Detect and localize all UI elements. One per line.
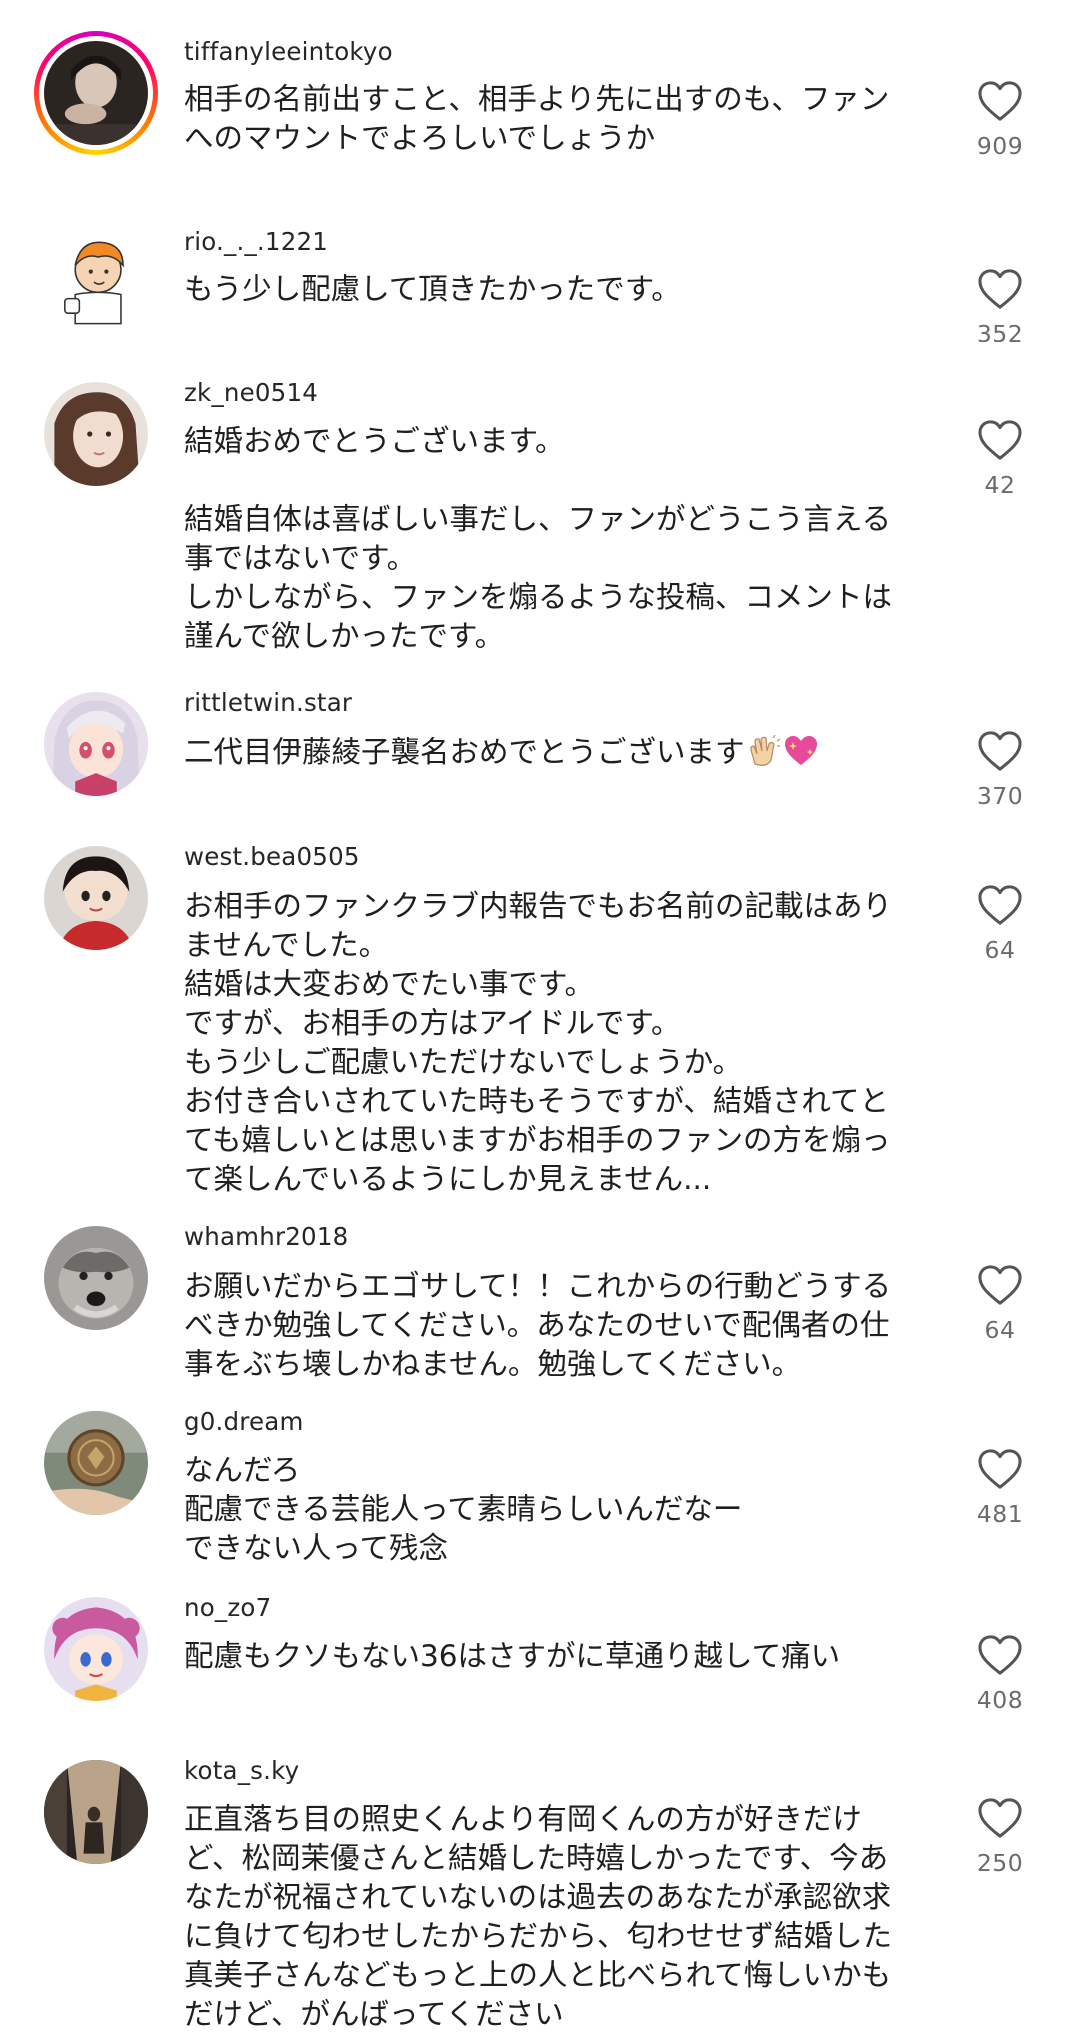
like-count: 64 [984,1316,1016,1344]
comment-username[interactable]: no_zo7 [184,1593,271,1622]
user-avatar[interactable] [44,41,148,145]
comment-text: 正直落ち目の照史くんより有岡くんの方が好きだけ ど、松岡茉優さんと結婚した時嬉し… [184,1802,893,2031]
comment-username[interactable]: whamhr2018 [184,1222,348,1251]
heart-icon[interactable] [977,884,1023,926]
like-button[interactable]: 909 [965,80,1035,160]
heart-icon[interactable] [977,419,1023,461]
like-count: 250 [976,1849,1024,1877]
comment-username[interactable]: kota_s.ky [184,1756,299,1785]
user-avatar[interactable] [44,1226,148,1330]
like-button[interactable]: 352 [965,268,1035,342]
like-button[interactable]: 481 [965,1448,1035,1528]
comment-text-content: 二代目伊藤綾子襲名おめでとうございます [184,735,745,769]
heart-icon[interactable] [977,1797,1023,1839]
like-button[interactable]: 42 [965,419,1035,499]
comment-text: 配慮もクソもない36はさすがに草通り越して痛い [184,1639,841,1673]
like-count: 370 [976,782,1024,810]
like-count: 64 [984,936,1016,964]
comment-text: 結婚おめでとうございます。 結婚自体は喜ばしい事だし、ファンがどうこう言える 事… [184,424,893,653]
like-count: 42 [984,471,1016,499]
like-count: 352 [976,320,1024,342]
comment-username[interactable]: rio._._.1221 [184,227,328,256]
user-avatar[interactable] [44,1760,148,1864]
like-count: 481 [976,1500,1024,1528]
user-avatar[interactable] [44,1597,148,1701]
user-avatar[interactable] [44,230,148,334]
heart-icon[interactable] [977,1448,1023,1490]
comment-text: もう少し配慮して頂きたかったです。 [184,272,681,306]
like-button[interactable]: 370 [965,730,1035,810]
like-button[interactable]: 250 [965,1797,1035,1877]
heart-icon[interactable] [977,1634,1023,1676]
user-avatar[interactable] [44,692,148,796]
heart-icon[interactable] [977,730,1023,772]
comment-username[interactable]: zk_ne0514 [184,378,318,407]
comment-username[interactable]: tiffanyleeintokyo [184,37,393,66]
heart-icon[interactable] [977,1264,1023,1306]
comment-username[interactable]: g0.dream [184,1407,304,1436]
like-count: 408 [976,1686,1024,1714]
comment-text: お相手のファンクラブ内報告でもお名前の記載はあり ませんでした。 結婚は大変おめ… [184,889,893,1196]
sparkling-heart-emoji [783,734,819,778]
like-button[interactable]: 64 [965,884,1035,964]
user-avatar[interactable] [44,1411,148,1515]
user-avatar[interactable] [44,846,148,950]
heart-icon[interactable] [977,268,1023,310]
comment-username[interactable]: rittletwin.star [184,688,352,717]
comment-text: なんだろ 配慮できる芸能人って素晴らしいんだなー できない人って残念 [184,1453,743,1565]
clapping-hands-emoji [747,734,781,778]
comment-text: 相手の名前出すこと、相手より先に出すのも、ファン へのマウントでよろしいでしょう… [184,82,890,155]
heart-icon[interactable] [977,80,1023,122]
like-button[interactable]: 64 [965,1264,1035,1344]
story-ring[interactable] [34,31,158,155]
user-avatar[interactable] [44,382,148,486]
like-button[interactable]: 408 [965,1634,1035,1714]
comment-username[interactable]: west.bea0505 [184,842,360,871]
comment-text: 二代目伊藤綾子襲名おめでとうございます [184,733,924,778]
like-count: 909 [976,132,1024,160]
comment-text: お願いだからエゴサして！！これからの行動どうする べきか勉強してください。あなた… [184,1269,892,1381]
